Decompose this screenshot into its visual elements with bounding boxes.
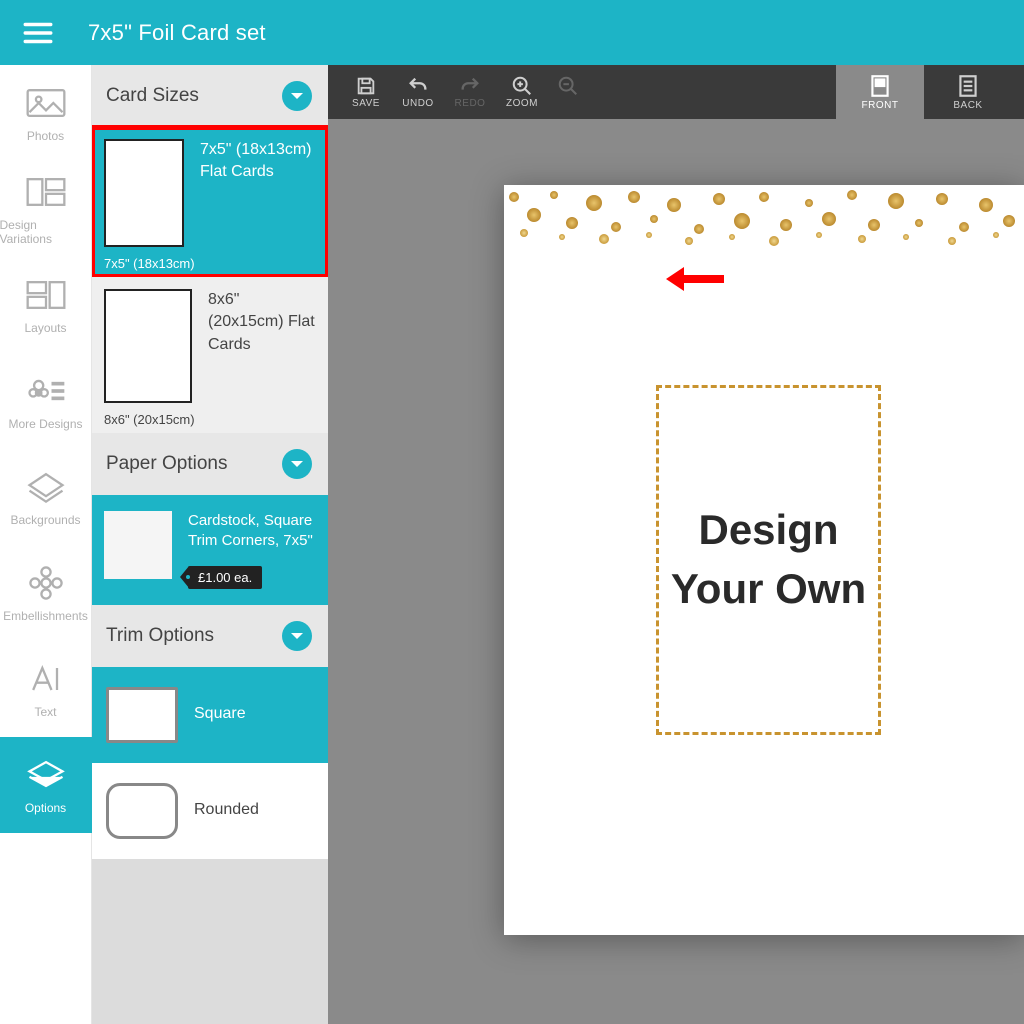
card-size-option-7x5[interactable]: 7x5" (18x13cm) Flat Cards 7x5" (18x13cm) xyxy=(92,127,328,277)
zoom-out-button[interactable] xyxy=(548,65,588,119)
option-caption: 7x5" (18x13cm) xyxy=(104,256,195,271)
save-icon xyxy=(354,75,378,97)
option-desc: Cardstock, Square Trim Corners, 7x5" xyxy=(188,511,316,552)
sidebar-item-label: Layouts xyxy=(24,321,66,335)
section-header-card-sizes[interactable]: Card Sizes xyxy=(92,65,328,127)
card-canvas[interactable]: Design Your Own xyxy=(504,185,1024,935)
thumbnail xyxy=(104,139,184,247)
collapse-button[interactable] xyxy=(282,449,312,479)
front-icon xyxy=(867,73,893,99)
sidebar-item-label: Design Variations xyxy=(0,218,92,246)
redo-button[interactable]: REDO xyxy=(444,65,496,119)
sidebar-item-label: More Designs xyxy=(8,417,82,431)
thumbnail xyxy=(104,289,192,403)
sidebar-item-layouts[interactable]: Layouts xyxy=(0,257,92,353)
thumbnail xyxy=(106,783,178,839)
paper-option-cardstock[interactable]: Cardstock, Square Trim Corners, 7x5" £1.… xyxy=(92,495,328,605)
sidebar-item-label: Text xyxy=(34,705,56,719)
tool-label: SAVE xyxy=(352,98,380,109)
sidebar-item-label: Photos xyxy=(27,129,64,143)
options-panel: Card Sizes 7x5" (18x13cm) Flat Cards 7x5… xyxy=(92,65,328,1024)
zoom-in-button[interactable]: ZOOM xyxy=(496,65,548,119)
section-header-trim-options[interactable]: Trim Options xyxy=(92,605,328,667)
section-header-paper-options[interactable]: Paper Options xyxy=(92,433,328,495)
sidebar-item-label: Backgrounds xyxy=(10,513,80,527)
backgrounds-icon xyxy=(24,467,68,507)
chevron-down-icon xyxy=(290,631,304,641)
chevron-down-icon xyxy=(290,91,304,101)
left-iconbar: Photos Design Variations Layouts More De… xyxy=(0,65,92,1024)
sidebar-item-label: Embellishments xyxy=(3,609,88,623)
text-icon xyxy=(24,659,68,699)
top-bar: 7x5" Foil Card set xyxy=(0,0,1024,65)
undo-icon xyxy=(406,75,430,97)
sidebar-item-photos[interactable]: Photos xyxy=(0,65,92,161)
thumbnail xyxy=(106,687,178,743)
menu-button[interactable] xyxy=(8,0,68,65)
section-title: Paper Options xyxy=(106,453,227,475)
option-caption: 8x6" (20x15cm) xyxy=(104,412,195,427)
option-desc: 7x5" (18x13cm) Flat Cards xyxy=(200,139,316,247)
tab-front[interactable]: FRONT xyxy=(836,65,924,119)
trim-option-rounded[interactable]: Rounded xyxy=(92,763,328,859)
hamburger-icon xyxy=(21,16,55,50)
embellishments-icon xyxy=(24,563,68,603)
option-desc: 8x6" (20x15cm) Flat Cards xyxy=(208,289,316,403)
sidebar-item-backgrounds[interactable]: Backgrounds xyxy=(0,449,92,545)
trim-option-square[interactable]: Square xyxy=(92,667,328,763)
collapse-button[interactable] xyxy=(282,81,312,111)
gold-confetti-decoration xyxy=(504,185,1024,265)
swatch xyxy=(104,511,172,579)
tool-label: ZOOM xyxy=(506,98,538,109)
chevron-down-icon xyxy=(290,459,304,469)
photos-icon xyxy=(24,83,68,123)
price-tag: £1.00 ea. xyxy=(188,566,262,589)
annotation-arrow-icon xyxy=(664,265,724,293)
card-size-option-8x6[interactable]: 8x6" (20x15cm) Flat Cards 8x6" (20x15cm) xyxy=(92,277,328,433)
editor-toolbar: SAVE UNDO REDO ZOOM FRONT xyxy=(328,65,1024,119)
options-icon xyxy=(24,755,68,795)
sidebar-item-options[interactable]: Options xyxy=(0,737,92,833)
sidebar-item-design-variations[interactable]: Design Variations xyxy=(0,161,92,257)
undo-button[interactable]: UNDO xyxy=(392,65,444,119)
option-desc: Square xyxy=(194,703,246,725)
back-icon xyxy=(955,73,981,99)
zoom-out-icon xyxy=(556,75,580,97)
sidebar-item-label: Options xyxy=(25,801,66,815)
section-title: Trim Options xyxy=(106,625,214,647)
placeholder-text: Design Your Own xyxy=(659,388,878,732)
option-desc: Rounded xyxy=(194,799,259,821)
redo-icon xyxy=(458,75,482,97)
sidebar-item-more-designs[interactable]: More Designs xyxy=(0,353,92,449)
page-title: 7x5" Foil Card set xyxy=(88,20,266,46)
collapse-button[interactable] xyxy=(282,621,312,651)
tab-label: FRONT xyxy=(862,100,899,111)
tab-back[interactable]: BACK xyxy=(924,65,1012,119)
tool-label: REDO xyxy=(455,98,486,109)
zoom-in-icon xyxy=(510,75,534,97)
variations-icon xyxy=(24,172,68,212)
tool-label: UNDO xyxy=(402,98,433,109)
layouts-icon xyxy=(24,275,68,315)
sidebar-item-embellishments[interactable]: Embellishments xyxy=(0,545,92,641)
save-button[interactable]: SAVE xyxy=(340,65,392,119)
editor-area: SAVE UNDO REDO ZOOM FRONT xyxy=(328,65,1024,1024)
tab-label: BACK xyxy=(953,100,982,111)
sidebar-item-text[interactable]: Text xyxy=(0,641,92,737)
design-placeholder-region[interactable]: Design Your Own xyxy=(656,385,881,735)
section-title: Card Sizes xyxy=(106,85,199,107)
more-designs-icon xyxy=(24,371,68,411)
